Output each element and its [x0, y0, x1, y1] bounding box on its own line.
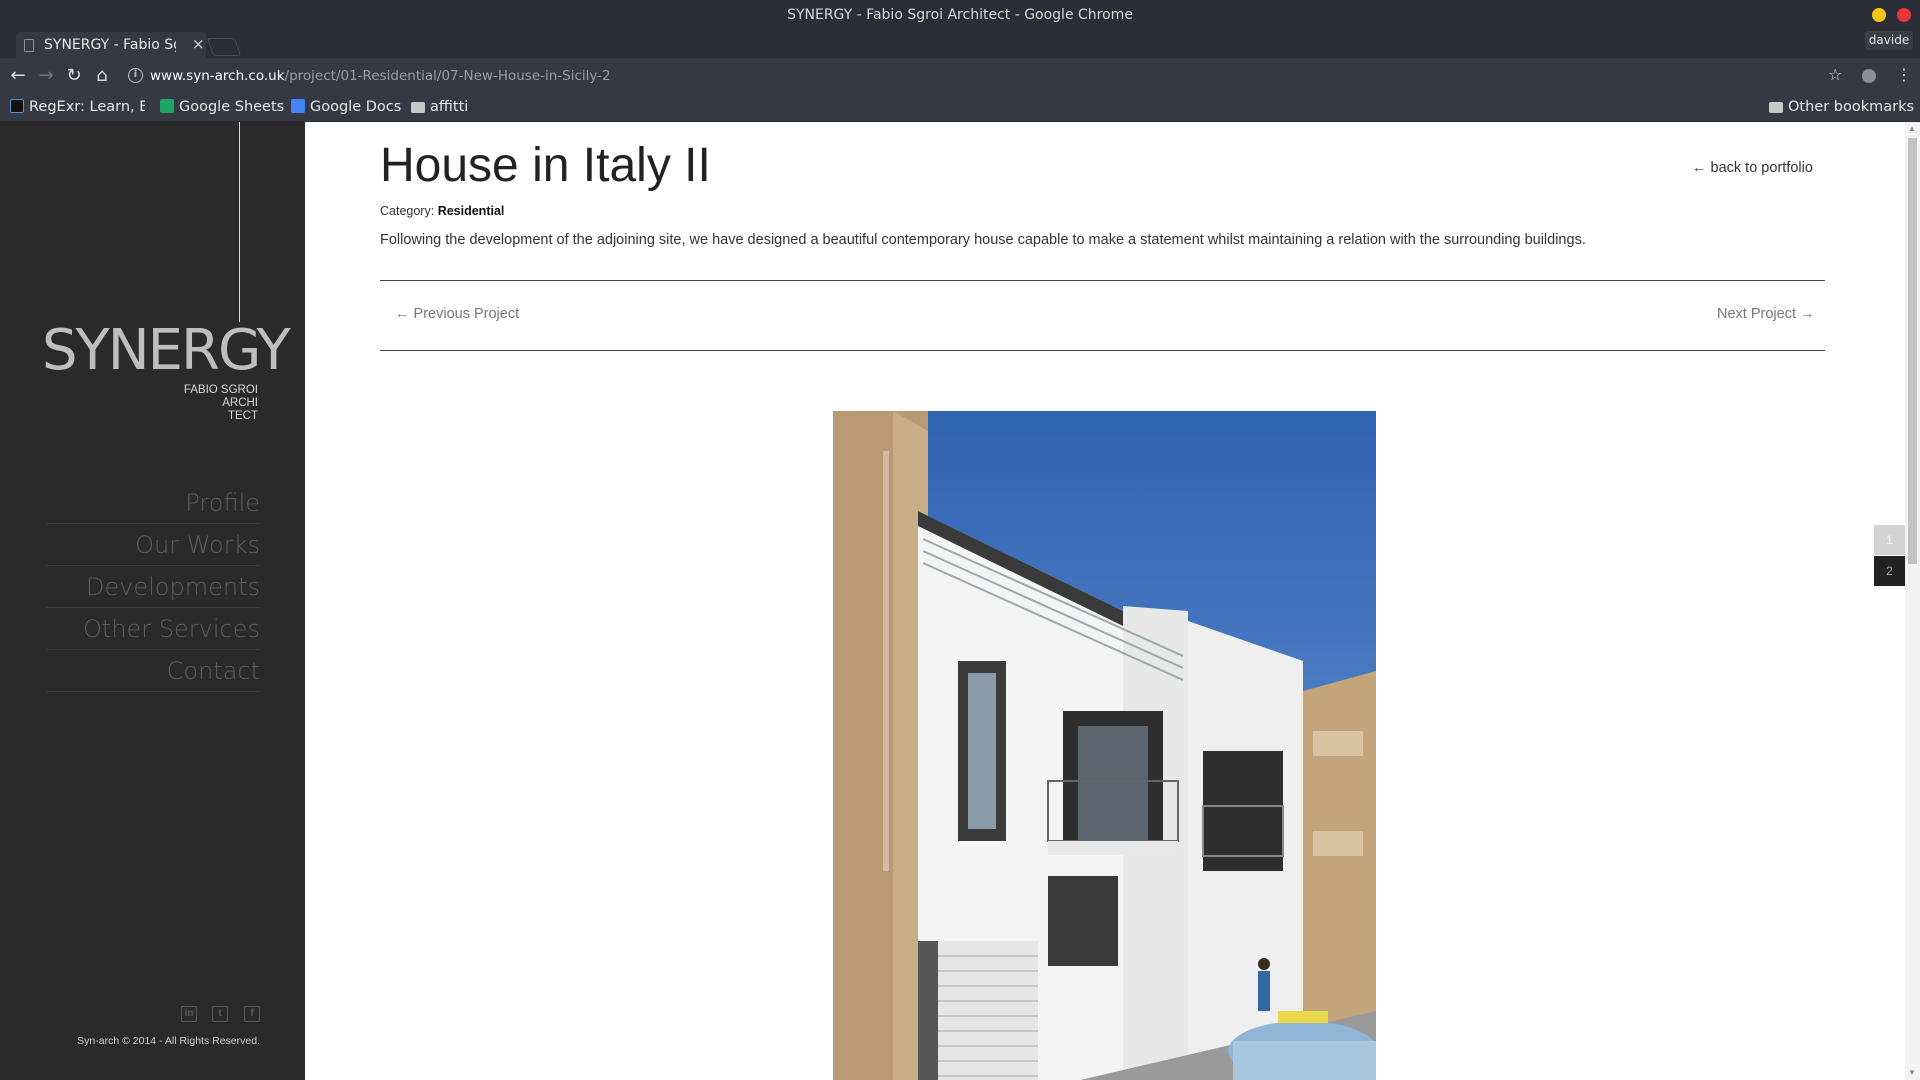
url-text[interactable]: www.syn-arch.co.uk/project/01-Residentia…: [150, 68, 611, 84]
main-menu: Profile Our Works Developments Other Ser…: [46, 482, 260, 692]
docs-icon: [291, 99, 305, 113]
project-description: Following the development of the adjoini…: [380, 232, 1586, 248]
home-icon[interactable]: ⌂: [90, 64, 114, 88]
regexr-icon: [10, 99, 24, 113]
category-value[interactable]: Residential: [438, 204, 505, 218]
close-tab-icon[interactable]: ×: [192, 35, 205, 53]
logo-line: [239, 122, 240, 322]
web-page: SYNERGY FABIO SGROI ARCHI TECT Profile O…: [0, 122, 1920, 1080]
extension-icon[interactable]: [1862, 69, 1876, 83]
menu-item-profile[interactable]: Profile: [46, 482, 260, 524]
twitter-icon[interactable]: t: [212, 1006, 228, 1022]
page-icon: [24, 39, 34, 52]
menu-item-our-works[interactable]: Our Works: [46, 524, 260, 566]
divider: [380, 280, 1825, 281]
folder-icon: [411, 102, 425, 113]
menu-item-contact[interactable]: Contact: [46, 650, 260, 692]
bookmark-star-icon[interactable]: ☆: [1828, 65, 1842, 84]
menu-item-other-services[interactable]: Other Services: [46, 608, 260, 650]
slide-page-1[interactable]: 1: [1874, 525, 1905, 555]
bookmark-label: Google Docs: [310, 99, 402, 115]
scrollbar-thumb[interactable]: [1908, 138, 1917, 564]
copyright: Syn-arch © 2014 - All Rights Reserved.: [77, 1035, 260, 1047]
bookmark-google-docs[interactable]: Google Docs: [291, 99, 401, 115]
category-line: Category: Residential: [380, 204, 504, 218]
project-content: House in Italy II ← back to portfolio Ca…: [305, 122, 1905, 1080]
back-icon[interactable]: ←: [6, 64, 30, 88]
house-photo-illustration: [833, 411, 1376, 1080]
tab-title: SYNERGY - Fabio Sgroi Architect: [44, 37, 176, 53]
bookmark-label: RegExr: Learn, Build, & Test RegEx: [29, 99, 145, 115]
menu-item-developments[interactable]: Developments: [46, 566, 260, 608]
linkedin-icon[interactable]: in: [181, 1006, 197, 1022]
site-info-icon[interactable]: i: [128, 68, 143, 83]
address-bar[interactable]: i www.syn-arch.co.uk/project/01-Resident…: [124, 63, 1824, 89]
category-label: Category:: [380, 204, 435, 218]
bookmarks-bar: RegExr: Learn, Build, & Test RegEx Googl…: [0, 94, 1920, 122]
folder-icon: [1769, 102, 1783, 113]
back-to-portfolio-link[interactable]: ← back to portfolio: [1692, 160, 1813, 176]
browser-tab[interactable]: SYNERGY - Fabio Sgroi Architect ×: [16, 32, 206, 58]
logo-subtitle-3: TECT: [227, 410, 258, 422]
bookmark-folder-affitti[interactable]: affitti: [411, 99, 468, 115]
project-title: House in Italy II: [380, 139, 711, 192]
bookmark-regexr[interactable]: RegExr: Learn, Build, & Test RegEx: [10, 99, 145, 115]
new-tab-button[interactable]: [206, 38, 242, 56]
logo-subtitle-2: ARCHI: [222, 397, 258, 409]
page-scrollbar[interactable]: ▲ ▼: [1905, 122, 1920, 1080]
scroll-up-icon[interactable]: ▲: [1908, 124, 1916, 133]
browser-toolbar: ← → ↻ ⌂ i www.syn-arch.co.uk/project/01-…: [0, 58, 1920, 94]
tab-strip: SYNERGY - Fabio Sgroi Architect ×: [0, 30, 1920, 58]
url-host: www.syn-arch.co.uk: [150, 68, 285, 84]
bookmark-google-sheets[interactable]: Google Sheets: [160, 99, 284, 115]
window-title: SYNERGY - Fabio Sgroi Architect - Google…: [787, 7, 1133, 23]
sheets-icon: [160, 99, 174, 113]
bookmark-label: Google Sheets: [179, 99, 285, 115]
previous-project-link[interactable]: ← Previous Project: [395, 306, 519, 322]
facebook-icon[interactable]: f: [244, 1006, 260, 1022]
url-path: /project/01-Residential/07-New-House-in-…: [284, 68, 611, 84]
project-photo[interactable]: [833, 411, 1376, 1080]
site-logo[interactable]: SYNERGY: [42, 318, 291, 383]
scroll-down-icon[interactable]: ▼: [1908, 1068, 1916, 1077]
other-bookmarks[interactable]: Other bookmarks: [1769, 99, 1914, 115]
minimize-button[interactable]: [1872, 8, 1886, 22]
slide-page-2[interactable]: 2: [1874, 556, 1905, 586]
forward-icon[interactable]: →: [34, 64, 58, 88]
reload-icon[interactable]: ↻: [62, 64, 86, 88]
close-window-button[interactable]: [1897, 8, 1911, 22]
logo-subtitle-1: FABIO SGROI: [183, 384, 258, 396]
divider: [380, 350, 1825, 351]
profile-button[interactable]: davide: [1865, 31, 1913, 50]
next-project-link[interactable]: Next Project →: [1717, 306, 1815, 322]
bookmark-label: affitti: [430, 99, 469, 115]
chrome-menu-icon[interactable]: ⋮: [1896, 65, 1912, 84]
site-sidebar: SYNERGY FABIO SGROI ARCHI TECT Profile O…: [0, 122, 305, 1080]
window-titlebar: SYNERGY - Fabio Sgroi Architect - Google…: [0, 0, 1920, 30]
bookmark-label: Other bookmarks: [1788, 99, 1915, 115]
